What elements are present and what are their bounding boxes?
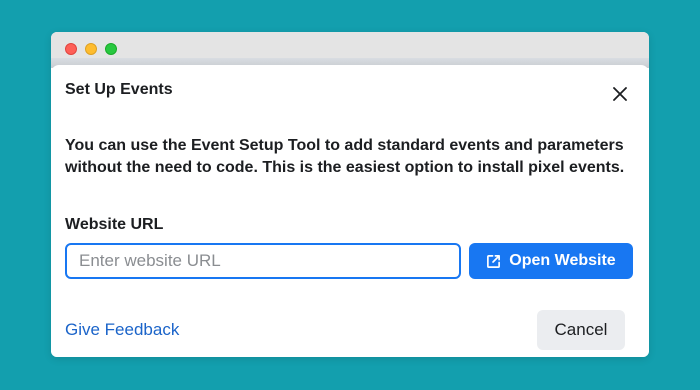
dialog-close-button[interactable] xyxy=(606,80,634,108)
cancel-button[interactable]: Cancel xyxy=(537,310,625,350)
website-url-label: Website URL xyxy=(65,216,164,233)
window-minimize-button[interactable] xyxy=(85,43,97,55)
window-close-button[interactable] xyxy=(65,43,77,55)
give-feedback-link[interactable]: Give Feedback xyxy=(65,320,179,340)
dialog-description: You can use the Event Setup Tool to add … xyxy=(65,137,625,176)
dialog-title: Set Up Events xyxy=(65,81,173,98)
window-maximize-button[interactable] xyxy=(105,43,117,55)
close-icon xyxy=(613,87,627,101)
external-link-icon xyxy=(487,254,501,268)
app-window: Set Up Events You can use the Event Setu… xyxy=(51,32,649,357)
open-website-button[interactable]: Open Website xyxy=(469,243,633,279)
open-website-label: Open Website xyxy=(509,252,616,269)
website-url-input[interactable] xyxy=(65,243,461,279)
